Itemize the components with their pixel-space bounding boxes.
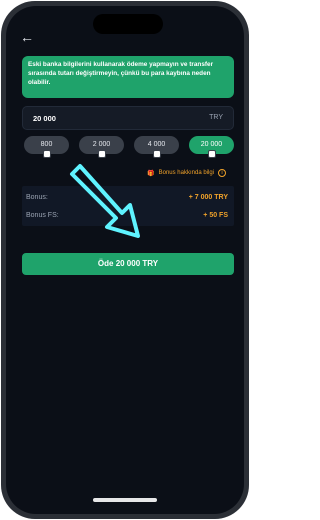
preset-2000[interactable]: 2 000 — [79, 136, 124, 158]
preset-label: 4 000 — [147, 141, 166, 148]
warning-alert: Eski banka bilgilerini kullanarak ödeme … — [22, 56, 234, 98]
preset-label: 800 — [40, 141, 53, 148]
preset-800[interactable]: 800 — [24, 136, 69, 158]
arrow-down-left-icon — [70, 164, 140, 238]
preset-20000[interactable]: 20 000 — [189, 136, 234, 158]
pay-button[interactable]: Öde 20 000 TRY — [22, 253, 234, 275]
amount-currency: TRY — [209, 114, 223, 121]
preset-4000[interactable]: 4 000 — [134, 136, 179, 158]
gift-icon — [42, 150, 51, 158]
bonus-info-label: Bonus hakkında bilgi — [158, 170, 214, 176]
preset-label: 20 000 — [200, 141, 223, 148]
amount-value: 20 000 — [33, 114, 56, 123]
warning-alert-text: Eski banka bilgilerini kullanarak ödeme … — [28, 61, 214, 86]
bonus-fs-value: + 50 FS — [203, 211, 228, 219]
bonus-label: Bonus: — [26, 193, 48, 201]
bonus-info-link[interactable]: 🎁 Bonus hakkında bilgi i — [147, 169, 226, 177]
preset-label: 2 000 — [92, 141, 111, 148]
home-indicator — [93, 498, 157, 502]
phone-frame: ← Eski banka bilgilerini kullanarak ödem… — [1, 1, 249, 519]
pay-button-label: Öde 20 000 TRY — [97, 259, 159, 268]
preset-amounts: 800 2 000 4 000 20 000 — [24, 136, 236, 158]
arrow-left-icon: ← — [20, 29, 34, 45]
amount-input[interactable]: 20 000 TRY — [22, 106, 234, 130]
gift-icon — [207, 150, 216, 158]
notch — [93, 14, 163, 34]
phone-screen: ← Eski banka bilgilerini kullanarak ödem… — [6, 6, 244, 514]
info-icon: i — [218, 169, 226, 177]
bonus-value: + 7 000 TRY — [188, 193, 228, 201]
back-button[interactable]: ← — [20, 28, 38, 46]
gift-icon — [152, 150, 161, 158]
